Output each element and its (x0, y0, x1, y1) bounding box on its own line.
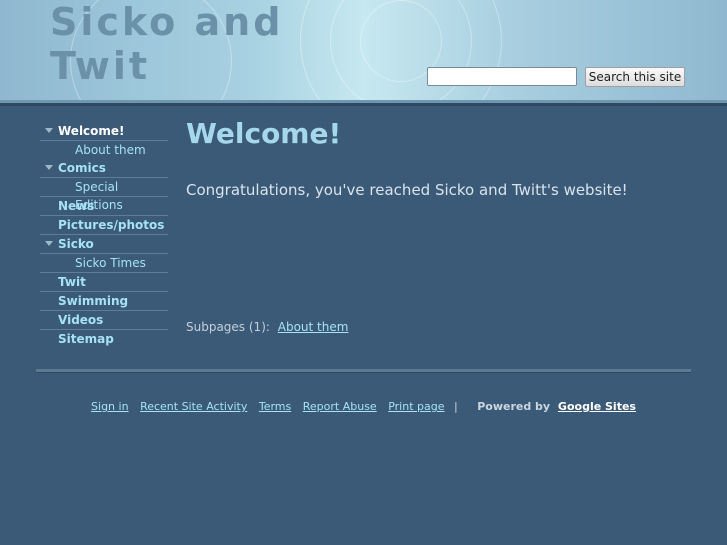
sidebar-item-sitemap[interactable]: Sitemap (40, 330, 168, 348)
sidebar-item-special-editions[interactable]: Special Editions (40, 178, 168, 212)
search-input[interactable] (427, 67, 577, 86)
expand-arrow-icon[interactable] (45, 241, 53, 246)
sidebar-item-label[interactable]: Sitemap (58, 330, 114, 348)
google-sites-link[interactable]: Google Sites (558, 400, 636, 413)
sidebar-nav: Welcome! About them Comics Special Editi… (40, 122, 168, 348)
sidebar-item-label[interactable]: Twit (58, 273, 86, 291)
print-page-link[interactable]: Print page (388, 400, 444, 413)
page-title: Welcome! (186, 117, 342, 150)
sidebar-item-twit[interactable]: Twit (40, 273, 168, 292)
sidebar-item-label[interactable]: Pictures/photos (58, 216, 164, 234)
powered-by-label: Powered by Google Sites (477, 400, 640, 413)
sidebar-item-videos[interactable]: Videos (40, 311, 168, 330)
sidebar-item-label[interactable]: News (58, 197, 94, 215)
sidebar-item-label[interactable]: Sicko (58, 235, 94, 253)
report-abuse-link[interactable]: Report Abuse (303, 400, 377, 413)
sidebar-item-label[interactable]: Comics (58, 159, 106, 177)
sidebar-item-news[interactable]: News (40, 197, 168, 216)
sidebar-item-sicko[interactable]: Sicko (40, 235, 168, 254)
subpages: Subpages (1): About them (186, 320, 348, 334)
site-title[interactable]: Sicko and Twit (50, 0, 370, 88)
site-footer: Sign in Recent Site Activity Terms Repor… (0, 400, 727, 413)
sidebar-item-label[interactable]: Videos (58, 311, 103, 329)
sidebar-item-label[interactable]: Sicko Times (75, 254, 146, 272)
footer-divider (36, 369, 691, 373)
subpages-label: Subpages (1): (186, 320, 270, 334)
recent-activity-link[interactable]: Recent Site Activity (140, 400, 247, 413)
terms-link[interactable]: Terms (259, 400, 291, 413)
sidebar-item-swimming[interactable]: Swimming (40, 292, 168, 311)
sidebar-item-label[interactable]: Swimming (58, 292, 128, 310)
header-divider-shadow (0, 103, 727, 106)
welcome-text: Congratulations, you've reached Sicko an… (186, 181, 628, 199)
sign-in-link[interactable]: Sign in (91, 400, 129, 413)
expand-arrow-icon[interactable] (45, 128, 53, 133)
sidebar-item-label[interactable]: About them (75, 141, 146, 159)
site-header: Sicko and Twit Search this site (0, 0, 727, 100)
footer-separator: | (453, 400, 458, 413)
sidebar-item-label[interactable]: Welcome! (58, 122, 125, 140)
sidebar-item-pictures[interactable]: Pictures/photos (40, 216, 168, 235)
powered-by-text: Powered by (477, 400, 551, 413)
expand-arrow-icon[interactable] (45, 165, 53, 170)
sidebar-item-sicko-times[interactable]: Sicko Times (40, 254, 168, 273)
sidebar-item-welcome[interactable]: Welcome! (40, 122, 168, 141)
search-button[interactable]: Search this site (585, 67, 685, 87)
sidebar-item-comics[interactable]: Comics (40, 159, 168, 178)
subpage-link-about-them[interactable]: About them (278, 320, 349, 334)
sidebar-item-about-them[interactable]: About them (40, 141, 168, 159)
